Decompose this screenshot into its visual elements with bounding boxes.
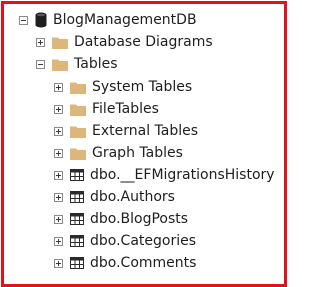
folder-icon [52, 59, 68, 71]
expand-icon[interactable] [54, 126, 63, 136]
expand-icon[interactable] [54, 258, 63, 268]
tree-node-table[interactable]: dbo.Categories [54, 230, 196, 252]
expand-icon[interactable] [36, 37, 45, 47]
folder-icon [70, 126, 86, 138]
folder-icon [70, 104, 86, 116]
table-icon [70, 169, 84, 181]
collapse-icon[interactable] [36, 59, 45, 69]
folder-icon [70, 82, 86, 94]
table-icon [70, 257, 84, 269]
tree-node-label: dbo.__EFMigrationsHistory [90, 167, 275, 183]
expand-icon[interactable] [54, 148, 63, 158]
tree-node-label: dbo.Categories [90, 233, 197, 249]
folder-icon [52, 37, 68, 49]
tree-node-label: System Tables [92, 79, 193, 95]
tree-node-label: Graph Tables [92, 145, 183, 161]
tree-node-label: BlogManagementDB [53, 12, 197, 28]
expand-icon[interactable] [54, 170, 63, 180]
folder-icon [70, 148, 86, 160]
tree-node-label: dbo.Comments [90, 255, 197, 271]
expand-icon[interactable] [54, 236, 63, 246]
tree-node-filetables[interactable]: FileTables [54, 98, 159, 120]
database-icon [35, 12, 47, 28]
collapse-icon[interactable] [19, 15, 28, 25]
table-icon [70, 235, 84, 247]
tree-node-table[interactable]: dbo.Comments [54, 252, 196, 274]
tree-node-label: Database Diagrams [74, 34, 213, 50]
tree-node-label: Tables [74, 56, 118, 72]
tree-node-graph-tables[interactable]: Graph Tables [54, 142, 183, 164]
tree-node-label: dbo.BlogPosts [90, 211, 189, 227]
tree-node-label: dbo.Authors [90, 189, 175, 205]
tree-node-database[interactable]: BlogManagementDB [19, 9, 197, 31]
table-icon [70, 213, 84, 225]
expand-icon[interactable] [54, 82, 63, 92]
tree-node-external-tables[interactable]: External Tables [54, 120, 198, 142]
tree-node-database-diagrams[interactable]: Database Diagrams [36, 31, 213, 53]
tree-node-system-tables[interactable]: System Tables [54, 76, 192, 98]
tree-node-table[interactable]: dbo.BlogPosts [54, 208, 188, 230]
tree-node-label: FileTables [92, 101, 159, 117]
expand-icon[interactable] [54, 214, 63, 224]
expand-icon[interactable] [54, 192, 63, 202]
tree-node-table[interactable]: dbo.__EFMigrationsHistory [54, 164, 275, 186]
expand-icon[interactable] [54, 104, 63, 114]
tree-node-table[interactable]: dbo.Authors [54, 186, 175, 208]
tree-node-tables[interactable]: Tables [36, 53, 118, 75]
table-icon [70, 191, 84, 203]
tree-node-label: External Tables [92, 123, 199, 139]
